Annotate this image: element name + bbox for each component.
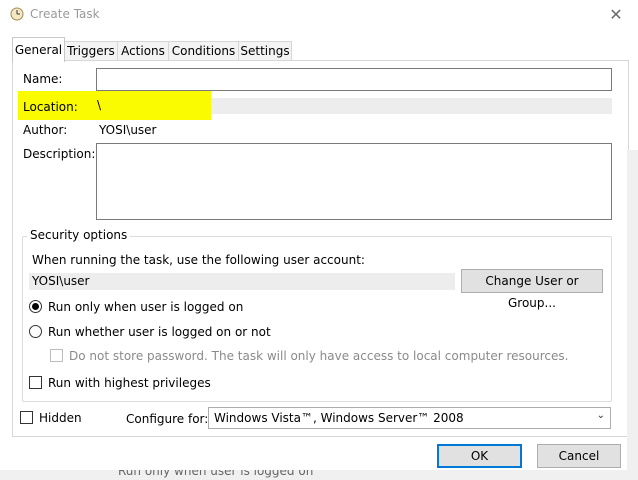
task-scheduler-icon [10,7,24,21]
configure-for-select[interactable]: Windows Vista™, Windows Server™ 2008 ⌄ [208,407,611,429]
radio-whether-label: Run whether user is logged on or not [48,325,271,339]
user-account-field: YOSI\user [29,273,455,290]
radio-whether[interactable] [29,325,42,338]
description-input[interactable] [96,143,612,220]
chevron-down-icon: ⌄ [596,410,605,421]
ok-button[interactable]: OK [437,444,522,468]
close-button[interactable]: ✕ [598,2,634,28]
no-store-password-label: Do not store password. The task will onl… [69,349,569,363]
background-window-text: Run only when user is logged on [118,470,314,478]
configure-for-label: Configure for: [126,412,209,426]
highest-privileges-checkbox[interactable] [29,376,42,389]
change-user-button[interactable]: Change User or Group... [461,269,603,310]
author-label: Author: [23,123,68,137]
configure-for-value: Windows Vista™, Windows Server™ 2008 [214,411,464,425]
tab-triggers[interactable]: Triggers [64,41,118,61]
close-icon: ✕ [609,5,623,24]
security-options-title: Security options [27,228,131,242]
tab-conditions[interactable]: Conditions [168,41,239,61]
account-prompt: When running the task, use the following… [32,253,365,267]
description-label: Description: [23,147,96,161]
radio-logged-on-label: Run only when user is logged on [48,300,244,314]
window-title: Create Task [30,7,100,21]
no-store-password-checkbox[interactable] [50,349,63,362]
hidden-label: Hidden [39,411,82,425]
background-window-strip: Run only when user is logged on [0,470,638,480]
location-label: Location: [23,100,78,114]
cancel-button[interactable]: Cancel [537,444,621,468]
tab-actions[interactable]: Actions [117,41,169,61]
title-bar: Create Task ✕ [0,0,638,30]
background-window-edge [627,150,638,470]
highest-privileges-label: Run with highest privileges [48,376,211,390]
tab-general[interactable]: General [12,37,65,62]
name-label: Name: [23,72,63,86]
radio-selected-dot [32,303,39,310]
location-field [211,98,612,114]
radio-logged-on[interactable] [29,300,42,313]
location-value: \ [97,98,102,112]
author-value: YOSI\user [99,123,157,137]
user-account-value: YOSI\user [32,274,90,288]
hidden-checkbox[interactable] [20,411,33,424]
name-input[interactable] [96,68,612,91]
tab-settings[interactable]: Settings [238,41,292,61]
